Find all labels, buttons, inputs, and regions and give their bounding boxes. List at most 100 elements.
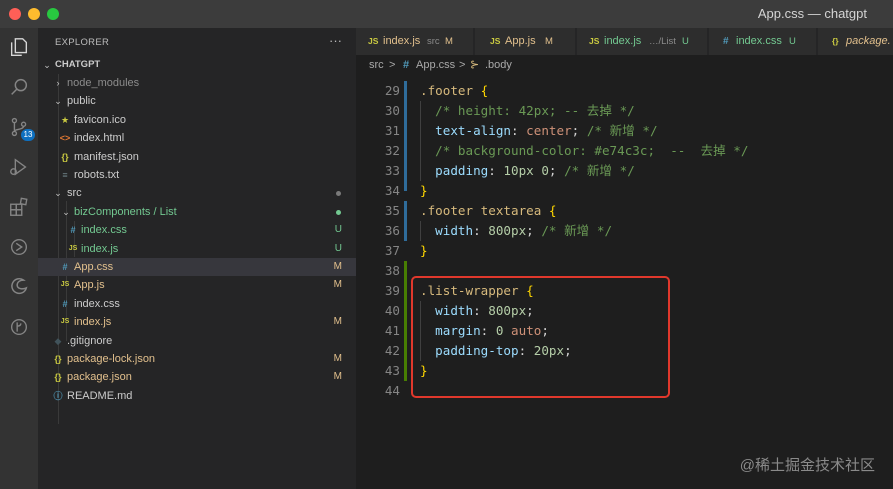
modified-dot-icon bbox=[336, 191, 341, 197]
code-line[interactable]: 31 text-align: center; /* 新增 */ bbox=[356, 121, 893, 141]
line-number: 44 bbox=[384, 383, 400, 398]
line-number: 37 bbox=[384, 243, 400, 258]
tab-git-status: M bbox=[545, 36, 553, 47]
chevron-down-icon: ⌄ bbox=[43, 60, 51, 70]
git-graph-icon[interactable] bbox=[7, 315, 31, 339]
git-status-modified: M bbox=[333, 279, 342, 291]
js-file-icon: JS bbox=[589, 36, 600, 46]
tab-git-status: U bbox=[682, 36, 689, 47]
tree-item-src[interactable]: ⌄ src bbox=[38, 184, 356, 202]
minimize-window-button[interactable] bbox=[28, 8, 40, 20]
code-token: /* 新增 */ bbox=[586, 123, 658, 138]
code-token: : bbox=[473, 223, 489, 238]
line-number: 31 bbox=[384, 123, 400, 138]
tab-app-js[interactable]: JS App.js M bbox=[475, 28, 576, 55]
code-token: ; bbox=[548, 163, 565, 178]
code-line[interactable]: 36 width: 800px; /* 新增 */ bbox=[356, 221, 893, 241]
js-file-icon: JS bbox=[60, 318, 70, 326]
tree-item-list-index-js[interactable]: JS index.js U bbox=[38, 240, 356, 258]
code-token: .footer bbox=[420, 83, 481, 98]
tree-item-index-html[interactable]: <> index.html bbox=[38, 129, 356, 147]
tree-item-gitignore[interactable]: ◆ .gitignore bbox=[38, 332, 356, 350]
code-line[interactable]: 34} bbox=[356, 181, 893, 201]
tree-item-manifest[interactable]: {} manifest.json bbox=[38, 148, 356, 166]
activity-bar: 13 bbox=[0, 28, 38, 489]
json-file-icon: {} bbox=[832, 36, 839, 46]
tree-item-robots[interactable]: ≡ robots.txt bbox=[38, 166, 356, 184]
code-token: /* background-color: #e74c3c; -- 去掉 */ bbox=[420, 143, 749, 158]
code-text: .footer textarea { bbox=[420, 201, 557, 221]
code-editor[interactable]: 29 .footer {30 /* height: 42px; -- 去掉 */3… bbox=[356, 76, 893, 489]
code-line[interactable]: 33 padding: 10px 0; /* 新增 */ bbox=[356, 161, 893, 181]
tab-package-json[interactable]: {} package. bbox=[818, 28, 893, 55]
code-line[interactable]: 29 .footer { bbox=[356, 81, 893, 101]
tree-item-package-lock[interactable]: {} package-lock.json M bbox=[38, 350, 356, 368]
search-icon[interactable] bbox=[7, 75, 31, 99]
git-status-untracked: U bbox=[334, 242, 342, 254]
tree-item-package-json[interactable]: {} package.json M bbox=[38, 368, 356, 386]
line-number: 32 bbox=[384, 143, 400, 158]
run-debug-icon[interactable] bbox=[7, 155, 31, 179]
edge-devtools-icon[interactable] bbox=[7, 275, 31, 299]
tree-item-bizcomponents-list[interactable]: ⌄ bizComponents / List bbox=[38, 203, 356, 221]
code-token: } bbox=[420, 243, 428, 258]
workspace-root[interactable]: ⌄ CHATGPT bbox=[38, 56, 356, 74]
css-file-icon: # bbox=[62, 298, 68, 309]
code-line[interactable]: 35 .footer textarea { bbox=[356, 201, 893, 221]
explorer-sidebar: EXPLORER ··· ⌄ CHATGPT › node_modules ⌄ … bbox=[38, 28, 356, 489]
explorer-icon[interactable] bbox=[7, 35, 31, 59]
code-line[interactable]: 30 /* height: 42px; -- 去掉 */ bbox=[356, 101, 893, 121]
breadcrumb-file[interactable]: App.css bbox=[416, 55, 455, 76]
tree-item-index-js[interactable]: JS index.js M bbox=[38, 313, 356, 331]
tree-item-app-css[interactable]: # App.css M bbox=[38, 258, 356, 277]
breadcrumb-folder[interactable]: src bbox=[369, 55, 384, 76]
code-text: } bbox=[420, 181, 428, 201]
info-file-icon: ⓘ bbox=[53, 390, 63, 401]
code-token: { bbox=[548, 203, 557, 218]
code-line[interactable]: 37} bbox=[356, 241, 893, 261]
tree-item-label: index.css bbox=[74, 297, 120, 310]
line-number: 30 bbox=[384, 103, 400, 118]
js-file-icon: JS bbox=[68, 244, 78, 252]
line-number: 33 bbox=[384, 163, 400, 178]
tree-item-label: favicon.ico bbox=[74, 113, 126, 126]
more-actions-icon[interactable]: ··· bbox=[329, 33, 342, 48]
json-file-icon: {} bbox=[54, 372, 62, 383]
breadcrumb-separator: > bbox=[389, 59, 396, 71]
code-line[interactable]: 32 /* background-color: #e74c3c; -- 去掉 *… bbox=[356, 141, 893, 161]
close-window-button[interactable] bbox=[9, 8, 21, 20]
extensions-icon[interactable] bbox=[7, 195, 31, 219]
code-token: 10px 0 bbox=[503, 163, 549, 178]
source-control-icon[interactable]: 13 bbox=[7, 115, 35, 141]
code-text: /* background-color: #e74c3c; -- 去掉 */ bbox=[420, 141, 748, 161]
tree-item-node-modules[interactable]: › node_modules bbox=[38, 74, 356, 92]
tree-item-favicon[interactable]: ★ favicon.ico bbox=[38, 111, 356, 129]
code-token: center bbox=[526, 123, 572, 138]
code-token: 800px bbox=[488, 223, 527, 238]
tree-item-public[interactable]: ⌄ public bbox=[38, 92, 356, 110]
tab-index-css[interactable]: # index.css U bbox=[709, 28, 817, 55]
html-file-icon: <> bbox=[59, 133, 71, 144]
chevron-down-icon: ⌄ bbox=[54, 188, 62, 199]
tab-description: …/List bbox=[649, 36, 676, 47]
tree-item-label: robots.txt bbox=[74, 169, 120, 181]
code-token: ; bbox=[571, 123, 587, 138]
breadcrumb-symbol[interactable]: .body bbox=[485, 55, 512, 76]
code-text: width: 800px; /* 新增 */ bbox=[420, 221, 612, 241]
tab-index-js-src[interactable]: JS index.js src M bbox=[356, 28, 474, 55]
remote-explorer-icon[interactable] bbox=[7, 235, 31, 259]
tree-item-app-js[interactable]: JS App.js M bbox=[38, 276, 356, 294]
css-file-icon: # bbox=[403, 59, 410, 71]
js-file-icon: JS bbox=[60, 281, 70, 289]
git-status-modified: M bbox=[333, 316, 342, 328]
code-token: width bbox=[420, 223, 474, 238]
tree-item-readme[interactable]: ⓘ README.md bbox=[38, 387, 356, 405]
tree-item-index-css[interactable]: # index.css bbox=[38, 295, 356, 313]
line-number: 34 bbox=[384, 183, 400, 198]
line-number: 36 bbox=[384, 223, 400, 238]
tree-item-list-index-css[interactable]: # index.css U bbox=[38, 221, 356, 239]
maximize-window-button[interactable] bbox=[47, 8, 59, 20]
line-number: 35 bbox=[384, 203, 400, 218]
line-number: 29 bbox=[384, 83, 400, 98]
tab-index-js-list[interactable]: JS index.js …/List U bbox=[577, 28, 708, 55]
